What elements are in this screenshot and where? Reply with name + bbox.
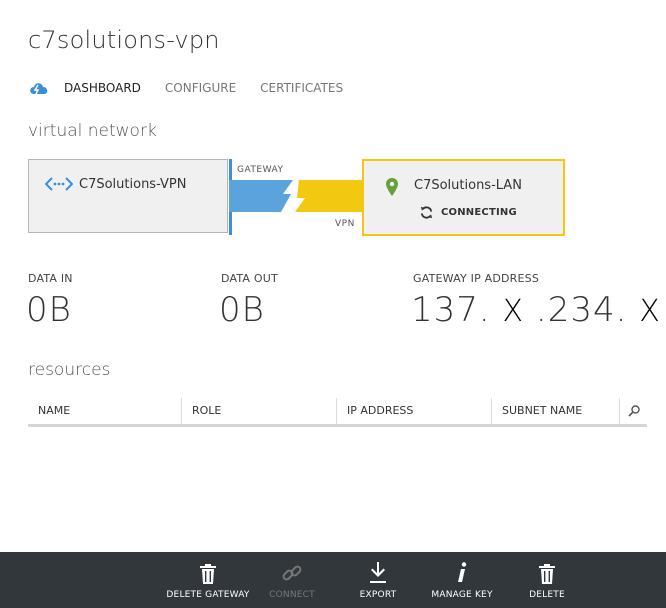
gateway-ip-label: GATEWAY IP ADDRESS (413, 272, 540, 285)
virtual-network-name: C7Solutions-VPN (79, 177, 187, 192)
delete-label: DELETE (529, 590, 565, 600)
manage-key-button[interactable]: MANAGE KEY (431, 552, 493, 608)
export-label: EXPORT (359, 590, 397, 600)
connect-label: CONNECT (269, 590, 315, 600)
vpn-label: VPN (335, 219, 355, 229)
data-out-label: DATA OUT (221, 272, 278, 285)
trash-icon (539, 564, 555, 584)
tab-configure[interactable]: CONFIGURE (165, 81, 236, 95)
virtual-network-tile[interactable]: C7Solutions-VPN (28, 159, 228, 233)
data-out-value: 0B (219, 290, 265, 330)
info-icon (458, 562, 467, 582)
gateway-ip-part2: .234. (535, 290, 628, 330)
data-in-label: DATA IN (28, 272, 73, 285)
link-icon (282, 565, 302, 581)
column-subnet-name[interactable]: SUBNET NAME (492, 398, 620, 424)
connect-button[interactable]: CONNECT (262, 552, 322, 608)
manage-key-label: MANAGE KEY (431, 590, 493, 600)
tab-dashboard[interactable]: DASHBOARD (64, 81, 141, 95)
connection-status: CONNECTING (420, 206, 517, 219)
tab-certificates[interactable]: CERTIFICATES (260, 81, 343, 95)
delete-gateway-button[interactable]: DELETE GATEWAY (166, 552, 249, 608)
gateway-ip-redacted-2: X (639, 294, 661, 329)
column-role[interactable]: ROLE (182, 398, 337, 424)
connection-status-text: CONNECTING (441, 207, 517, 218)
vpn-connection-graphic (229, 180, 363, 212)
cloud-network-icon (30, 83, 48, 95)
gateway-ip-redacted-1: X (502, 294, 525, 329)
download-icon (370, 562, 386, 583)
trash-icon (200, 564, 216, 584)
resources-heading: resources (28, 360, 111, 380)
gateway-ip-value: 137. X .234. X (411, 290, 661, 330)
gateway-label: GATEWAY (237, 165, 284, 175)
location-pin-icon (386, 178, 398, 196)
command-bar: DELETE GATEWAY CONNECT EXPORT MANAGE KEY… (0, 552, 666, 608)
local-network-tile[interactable]: C7Solutions-LAN CONNECTING (362, 159, 565, 236)
data-in-value: 0B (26, 290, 72, 330)
table-search-button[interactable] (620, 398, 647, 424)
local-network-name: C7Solutions-LAN (414, 178, 522, 193)
column-name[interactable]: NAME (28, 398, 182, 424)
virtual-network-heading: virtual network (28, 121, 157, 141)
delete-button[interactable]: DELETE (522, 552, 572, 608)
virtual-network-icon (45, 177, 73, 191)
gateway-ip-part1: 137. (411, 290, 491, 330)
column-ip-address[interactable]: IP ADDRESS (337, 398, 492, 424)
page-title: c7solutions-vpn (28, 26, 220, 54)
export-button[interactable]: EXPORT (352, 552, 404, 608)
tab-bar: DASHBOARD CONFIGURE CERTIFICATES (28, 78, 367, 98)
delete-gateway-label: DELETE GATEWAY (166, 590, 250, 600)
refresh-icon (420, 206, 433, 219)
search-icon (627, 405, 640, 417)
resources-table-header: NAME ROLE IP ADDRESS SUBNET NAME (28, 398, 647, 427)
